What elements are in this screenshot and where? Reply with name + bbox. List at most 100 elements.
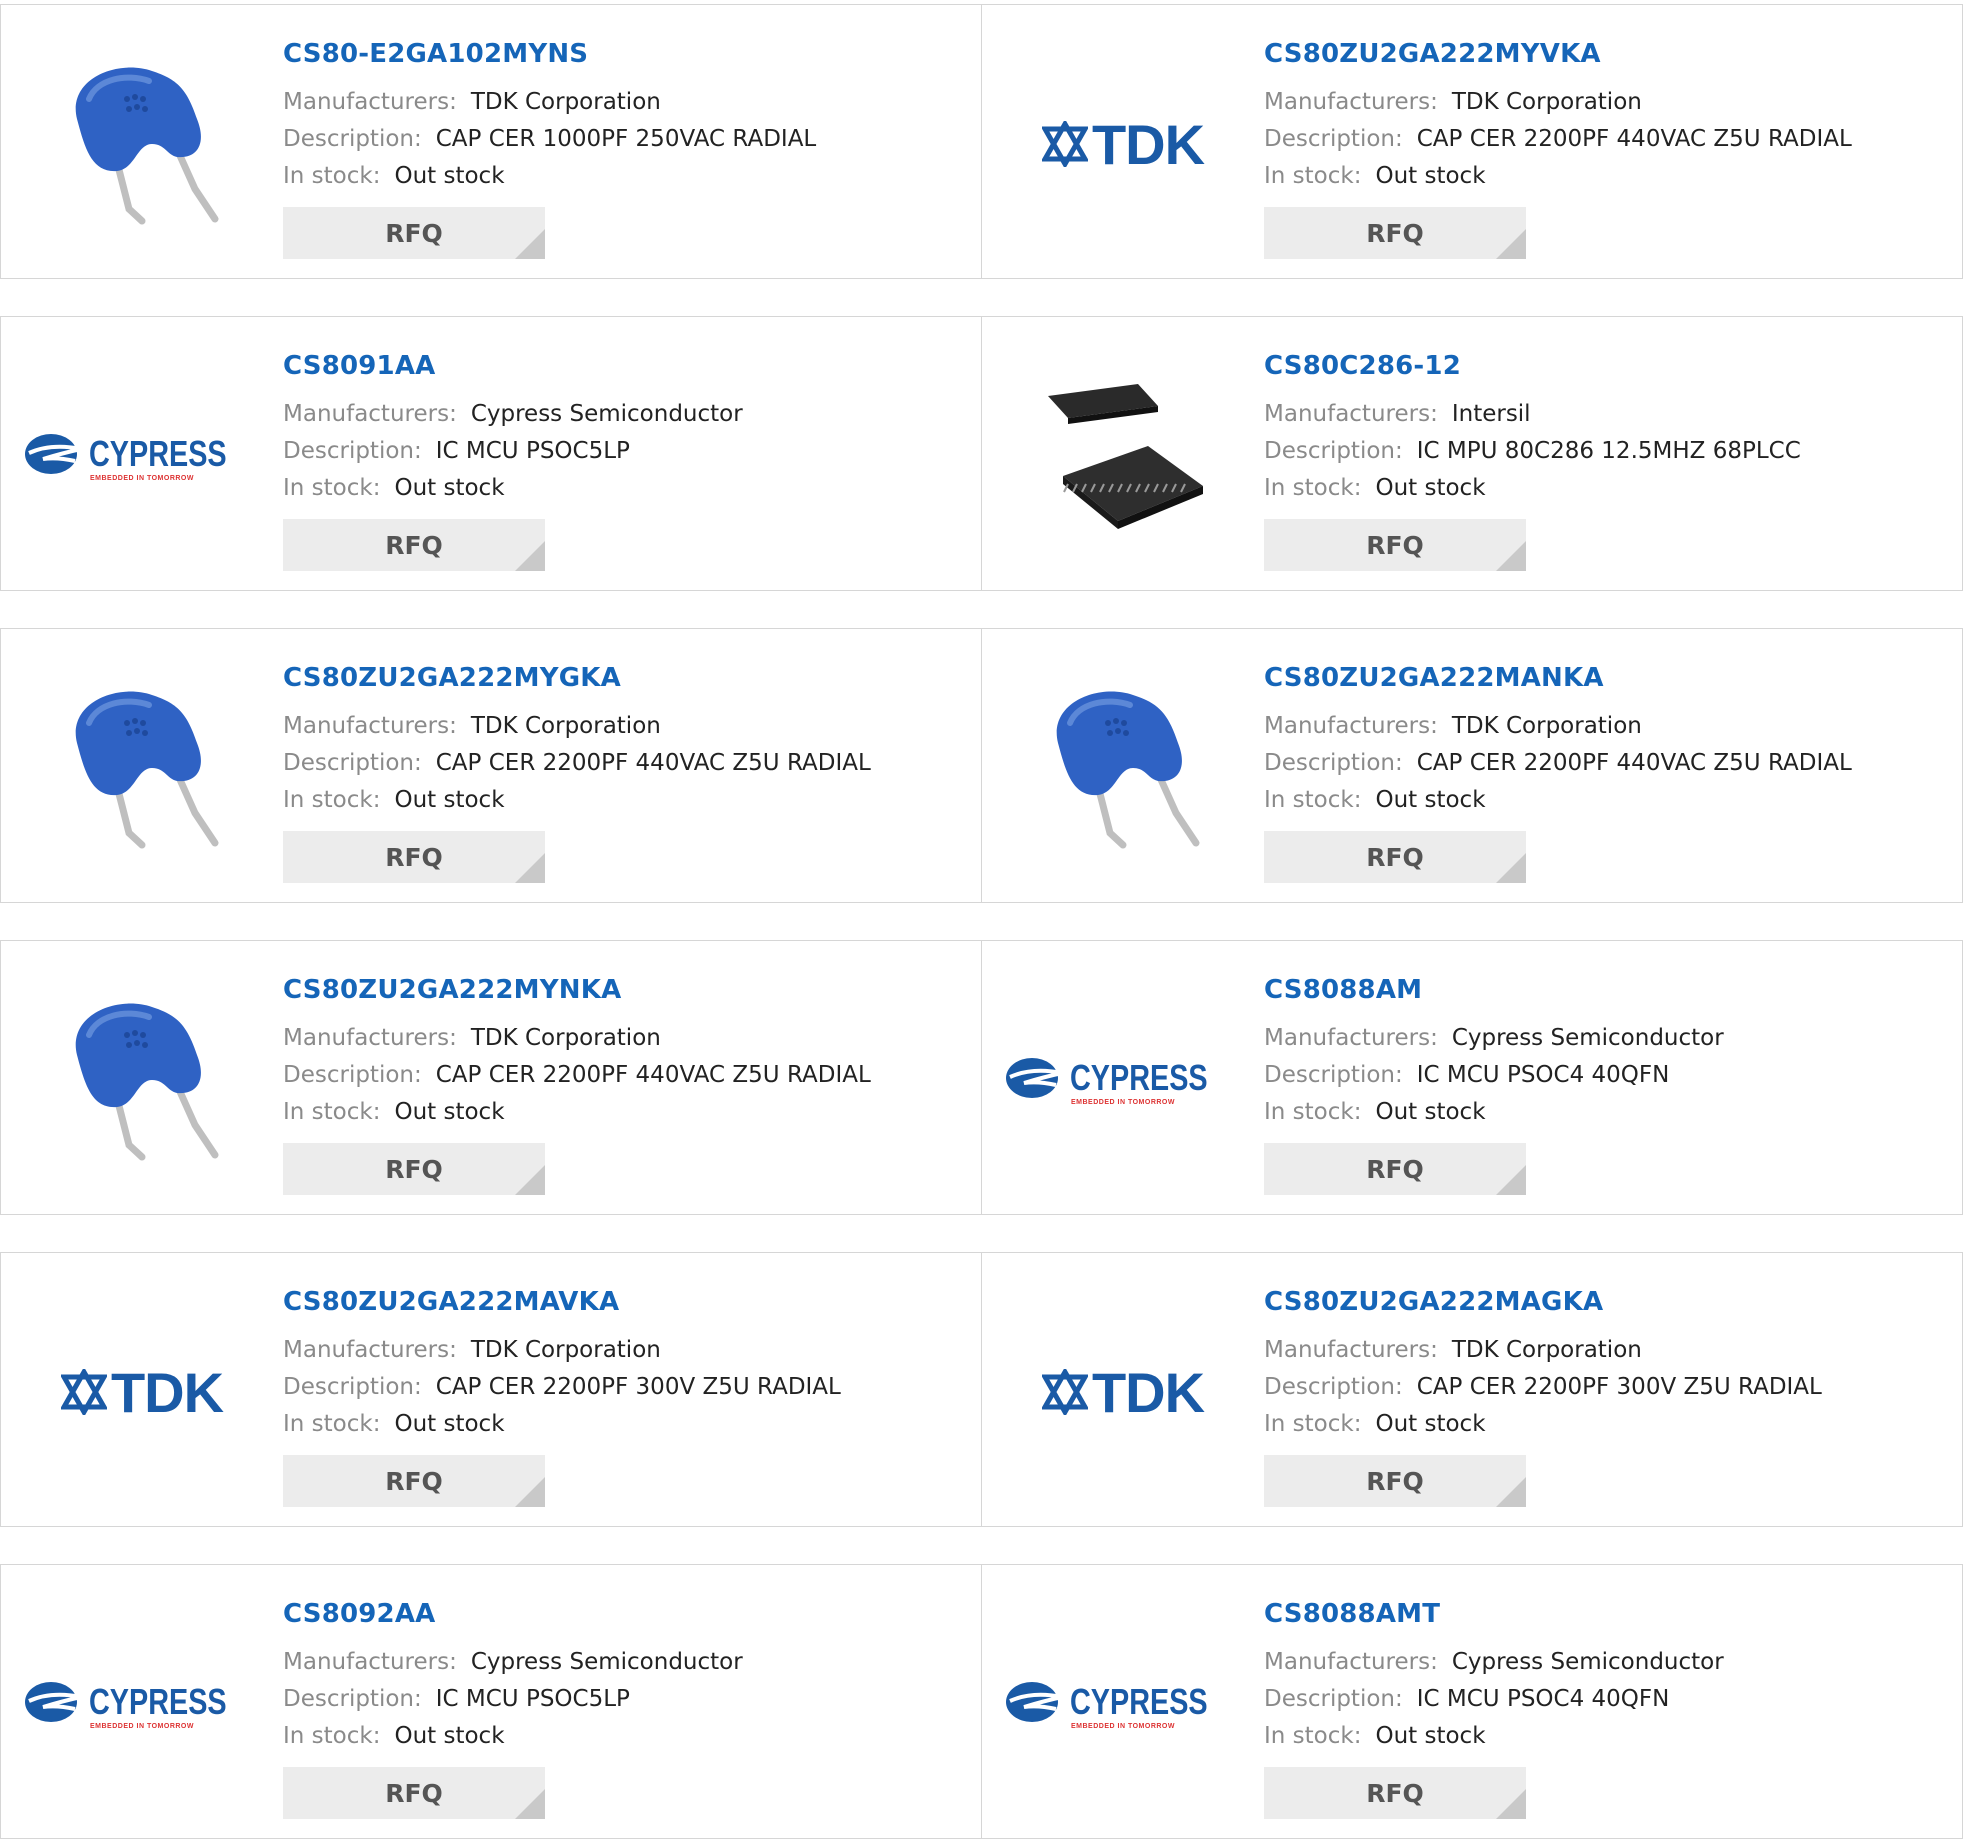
cypress-logo-text: CYPRESS bbox=[88, 1680, 227, 1722]
rfq-button[interactable]: RFQ bbox=[283, 1767, 545, 1819]
product-row: CS80ZU2GA222MYNKA Manufacturers: TDK Corp… bbox=[0, 940, 1963, 1215]
product-row: CYPRESS EMBEDDED IN TOMORROW CS8092AA Man… bbox=[0, 1564, 1963, 1839]
tdk-emblem-icon bbox=[1041, 121, 1088, 167]
part-number-link[interactable]: CS80ZU2GA222MYGKA bbox=[283, 663, 621, 693]
cypress-globe-icon bbox=[24, 433, 82, 474]
product-image[interactable]: TDK bbox=[1022, 1291, 1224, 1493]
part-number-link[interactable]: CS80ZU2GA222MAVKA bbox=[283, 1287, 619, 1317]
product-image[interactable]: TDK bbox=[1022, 43, 1224, 245]
rfq-label: RFQ bbox=[385, 842, 443, 872]
part-number-link[interactable]: CS8088AMT bbox=[1264, 1599, 1440, 1629]
stock-value: Out stock bbox=[394, 163, 505, 189]
description-label: Description: bbox=[283, 438, 422, 464]
rfq-label: RFQ bbox=[385, 1154, 443, 1184]
product-image[interactable] bbox=[41, 979, 243, 1181]
manufacturer-label: Manufacturers: bbox=[283, 1025, 457, 1051]
part-number-link[interactable]: CS80ZU2GA222MYNKA bbox=[283, 975, 621, 1005]
part-number-link[interactable]: CS80ZU2GA222MYVKA bbox=[1264, 39, 1601, 69]
manufacturer-row: Manufacturers: TDK Corporation bbox=[1264, 89, 1642, 115]
description-row: Description: CAP CER 2200PF 440VAC Z5U RA… bbox=[283, 1062, 871, 1088]
corner-triangle-icon bbox=[1496, 1477, 1526, 1507]
cypress-logo: CYPRESS EMBEDDED IN TOMORROW bbox=[23, 431, 261, 482]
part-number-link[interactable]: CS8092AA bbox=[283, 1599, 436, 1629]
product-image[interactable]: CYPRESS EMBEDDED IN TOMORROW bbox=[1005, 979, 1224, 1181]
capacitor-icon bbox=[75, 1003, 219, 1161]
stock-label: In stock: bbox=[283, 1411, 381, 1437]
stock-label: In stock: bbox=[1264, 475, 1362, 501]
part-number-link[interactable]: CS80C286-12 bbox=[1264, 351, 1461, 381]
product-image[interactable] bbox=[1022, 355, 1224, 557]
stock-label: In stock: bbox=[1264, 1099, 1362, 1125]
tdk-emblem-icon bbox=[60, 1369, 107, 1415]
rfq-label: RFQ bbox=[385, 1778, 443, 1808]
rfq-button[interactable]: RFQ bbox=[1264, 1455, 1526, 1507]
rfq-button[interactable]: RFQ bbox=[283, 519, 545, 571]
description-row: Description: CAP CER 1000PF 250VAC RADIAL bbox=[283, 126, 816, 152]
corner-triangle-icon bbox=[1496, 541, 1526, 571]
rfq-button[interactable]: RFQ bbox=[1264, 519, 1526, 571]
manufacturer-label: Manufacturers: bbox=[283, 1337, 457, 1363]
rfq-button[interactable]: RFQ bbox=[1264, 1143, 1526, 1195]
cypress-globe-icon bbox=[1005, 1057, 1063, 1098]
description-value: CAP CER 2200PF 440VAC Z5U RADIAL bbox=[435, 1062, 871, 1088]
product-card: CYPRESS EMBEDDED IN TOMORROW CS8092AA Man… bbox=[0, 1564, 982, 1839]
product-card: CYPRESS EMBEDDED IN TOMORROW CS8091AA Man… bbox=[0, 316, 982, 591]
stock-value: Out stock bbox=[394, 1723, 505, 1749]
stock-label: In stock: bbox=[1264, 1723, 1362, 1749]
product-image[interactable]: CYPRESS EMBEDDED IN TOMORROW bbox=[1005, 1603, 1224, 1805]
product-image[interactable]: TDK bbox=[41, 1291, 243, 1493]
cypress-tagline: EMBEDDED IN TOMORROW bbox=[90, 1722, 194, 1730]
manufacturer-row: Manufacturers: Cypress Semiconductor bbox=[1264, 1025, 1724, 1051]
rfq-label: RFQ bbox=[1366, 530, 1424, 560]
manufacturer-value: TDK Corporation bbox=[470, 1337, 661, 1363]
product-image[interactable] bbox=[1022, 667, 1224, 869]
rfq-button[interactable]: RFQ bbox=[1264, 207, 1526, 259]
corner-triangle-icon bbox=[1496, 1165, 1526, 1195]
manufacturer-value: TDK Corporation bbox=[1451, 89, 1642, 115]
product-row: TDK CS80ZU2GA222MAVKA Manufacturers: TDK … bbox=[0, 1252, 1963, 1527]
product-image[interactable]: CYPRESS EMBEDDED IN TOMORROW bbox=[24, 1603, 243, 1805]
manufacturer-value: TDK Corporation bbox=[470, 89, 661, 115]
tdk-logo: TDK bbox=[1041, 1360, 1205, 1425]
rfq-label: RFQ bbox=[1366, 842, 1424, 872]
manufacturer-row: Manufacturers: Cypress Semiconductor bbox=[283, 1649, 743, 1675]
stock-row: In stock: Out stock bbox=[1264, 475, 1486, 501]
description-label: Description: bbox=[283, 1062, 422, 1088]
cypress-logo-text: CYPRESS bbox=[1069, 1680, 1208, 1722]
rfq-label: RFQ bbox=[385, 530, 443, 560]
cypress-tagline: EMBEDDED IN TOMORROW bbox=[1071, 1098, 1175, 1106]
rfq-button[interactable]: RFQ bbox=[283, 1455, 545, 1507]
part-number-link[interactable]: CS80ZU2GA222MANKA bbox=[1264, 663, 1604, 693]
part-number-link[interactable]: CS8088AM bbox=[1264, 975, 1422, 1005]
manufacturer-row: Manufacturers: Cypress Semiconductor bbox=[1264, 1649, 1724, 1675]
part-number-link[interactable]: CS8091AA bbox=[283, 351, 436, 381]
part-number-link[interactable]: CS80ZU2GA222MAGKA bbox=[1264, 1287, 1603, 1317]
stock-row: In stock: Out stock bbox=[283, 1411, 505, 1437]
description-value: CAP CER 2200PF 440VAC Z5U RADIAL bbox=[1416, 126, 1852, 152]
rfq-button[interactable]: RFQ bbox=[283, 207, 545, 259]
description-row: Description: CAP CER 2200PF 300V Z5U RADI… bbox=[1264, 1374, 1822, 1400]
part-number-link[interactable]: CS80-E2GA102MYNS bbox=[283, 39, 588, 69]
description-row: Description: CAP CER 2200PF 300V Z5U RADI… bbox=[283, 1374, 841, 1400]
rfq-button[interactable]: RFQ bbox=[283, 1143, 545, 1195]
corner-triangle-icon bbox=[515, 541, 545, 571]
stock-row: In stock: Out stock bbox=[1264, 163, 1486, 189]
description-row: Description: CAP CER 2200PF 440VAC Z5U RA… bbox=[283, 750, 871, 776]
rfq-button[interactable]: RFQ bbox=[1264, 831, 1526, 883]
cypress-globe-icon bbox=[24, 1681, 82, 1722]
rfq-label: RFQ bbox=[1366, 1154, 1424, 1184]
manufacturer-value: Cypress Semiconductor bbox=[470, 1649, 743, 1675]
stock-value: Out stock bbox=[1375, 1411, 1486, 1437]
rfq-button[interactable]: RFQ bbox=[1264, 1767, 1526, 1819]
stock-value: Out stock bbox=[1375, 163, 1486, 189]
stock-label: In stock: bbox=[283, 163, 381, 189]
rfq-label: RFQ bbox=[1366, 218, 1424, 248]
description-label: Description: bbox=[1264, 1686, 1403, 1712]
rfq-button[interactable]: RFQ bbox=[283, 831, 545, 883]
description-value: CAP CER 2200PF 300V Z5U RADIAL bbox=[435, 1374, 841, 1400]
description-label: Description: bbox=[1264, 750, 1403, 776]
manufacturer-row: Manufacturers: TDK Corporation bbox=[283, 1025, 661, 1051]
product-image[interactable] bbox=[41, 667, 243, 869]
product-image[interactable]: CYPRESS EMBEDDED IN TOMORROW bbox=[24, 355, 243, 557]
product-image[interactable] bbox=[41, 43, 243, 245]
